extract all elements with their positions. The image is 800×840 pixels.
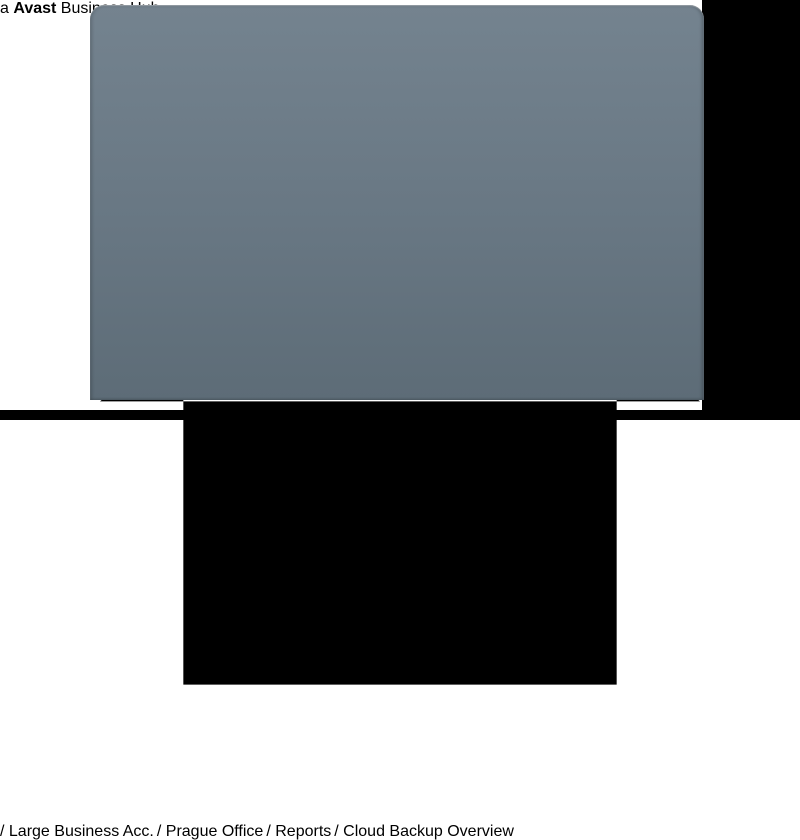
laptop-bezel (90, 5, 704, 400)
breadcrumb-link[interactable]: Prague Office (166, 823, 264, 840)
avast-logo-icon: a (0, 0, 9, 17)
breadcrumb-items: / Large Business Acc. / Prague Office / … (0, 823, 800, 840)
breadcrumb-link[interactable]: Reports (275, 823, 331, 840)
page-dark-panel (702, 0, 800, 420)
breadcrumb-item: / Reports (266, 823, 331, 840)
breadcrumb-item: / Prague Office (157, 823, 263, 840)
laptop-base (40, 399, 760, 412)
breadcrumb-separator: / (0, 823, 4, 840)
breadcrumb-link[interactable]: Large Business Acc. (9, 823, 154, 840)
breadcrumb-separator: / (334, 823, 338, 840)
home-icon[interactable] (0, 805, 800, 822)
breadcrumb-link[interactable]: Cloud Backup Overview (343, 823, 514, 840)
breadcrumb-separator: / (157, 823, 161, 840)
breadcrumb-item: / Large Business Acc. (0, 823, 154, 840)
breadcrumb-item: / Cloud Backup Overview (334, 823, 514, 840)
breadcrumb-separator: / (266, 823, 270, 840)
